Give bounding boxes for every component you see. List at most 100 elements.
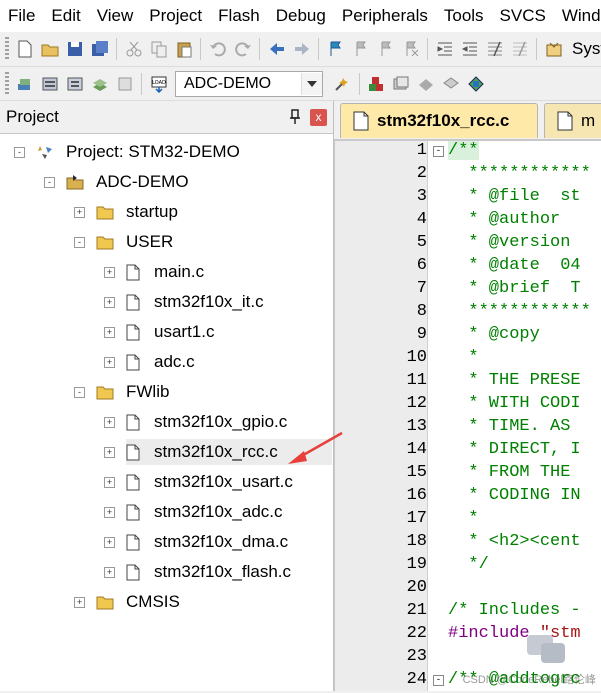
- rebuild-icon[interactable]: [64, 73, 86, 95]
- open-folder-icon[interactable]: [39, 38, 61, 60]
- select-packs-icon[interactable]: [415, 73, 437, 95]
- expand-icon[interactable]: +: [104, 357, 115, 368]
- tree-item-main-c[interactable]: main.c: [126, 259, 204, 285]
- expand-icon[interactable]: +: [104, 477, 115, 488]
- next-bookmark-icon[interactable]: [375, 38, 397, 60]
- save-icon[interactable]: [64, 38, 86, 60]
- tab-stm32f10x-rcc[interactable]: stm32f10x_rcc.c: [340, 103, 538, 138]
- line-number: 21: [406, 601, 427, 620]
- target-icon: [66, 175, 84, 190]
- target-options-icon[interactable]: [331, 73, 353, 95]
- collapse-icon[interactable]: -: [74, 387, 85, 398]
- translate-icon[interactable]: [14, 73, 36, 95]
- code-line: 7 * @brief T: [335, 279, 601, 302]
- toolbar-separator: [536, 38, 537, 60]
- tree-item-user[interactable]: USER: [96, 229, 173, 255]
- expand-icon[interactable]: +: [104, 327, 115, 338]
- build-icon[interactable]: [39, 73, 61, 95]
- event-recorder-icon[interactable]: [465, 73, 487, 95]
- menu-view[interactable]: View: [89, 0, 142, 32]
- expand-icon[interactable]: +: [104, 537, 115, 548]
- copy-icon[interactable]: [148, 38, 170, 60]
- tree-item-stm32f10x-flash-c[interactable]: stm32f10x_flash.c: [126, 559, 291, 585]
- new-file-icon[interactable]: [14, 38, 36, 60]
- tree-item-label: stm32f10x_gpio.c: [154, 412, 288, 431]
- code-text: /** @addtogrc: [448, 670, 581, 689]
- indent-icon[interactable]: [434, 38, 456, 60]
- menu-svcs[interactable]: SVCS: [492, 0, 554, 32]
- target-select[interactable]: ADC-DEMO: [175, 70, 323, 97]
- file-extensions-icon[interactable]: [390, 73, 412, 95]
- code-line: 8 ************: [335, 302, 601, 325]
- line-number: 24: [406, 670, 427, 689]
- line-number: 13: [406, 417, 427, 436]
- uncomment-icon[interactable]: [509, 38, 531, 60]
- project-pane-title: Project: [6, 107, 59, 126]
- toolbar-grip[interactable]: [5, 71, 9, 96]
- toolbar-grip[interactable]: [5, 37, 9, 61]
- expand-icon[interactable]: +: [104, 507, 115, 518]
- collapse-icon[interactable]: -: [44, 177, 55, 188]
- batch-build-icon[interactable]: [89, 73, 111, 95]
- expand-icon[interactable]: +: [104, 567, 115, 578]
- file-icon: [126, 444, 140, 460]
- undo-icon[interactable]: [207, 38, 229, 60]
- stop-build-icon[interactable]: [114, 73, 136, 95]
- manage-components-icon[interactable]: [365, 73, 387, 95]
- collapse-icon[interactable]: -: [74, 237, 85, 248]
- expand-icon[interactable]: +: [74, 597, 85, 608]
- tree-item-stm32f10x-dma-c[interactable]: stm32f10x_dma.c: [126, 529, 288, 555]
- menu-project[interactable]: Project: [141, 0, 210, 32]
- tree-item-fwlib[interactable]: FWlib: [96, 379, 169, 405]
- menu-tools[interactable]: Tools: [436, 0, 492, 32]
- expand-icon[interactable]: +: [104, 447, 115, 458]
- save-all-icon[interactable]: [89, 38, 111, 60]
- paste-icon[interactable]: [173, 38, 195, 60]
- tree-item-startup[interactable]: startup: [96, 199, 178, 225]
- menu-peripherals[interactable]: Peripherals: [334, 0, 436, 32]
- tree-item-stm32f10x-gpio-c[interactable]: stm32f10x_gpio.c: [126, 409, 287, 435]
- nav-back-icon[interactable]: [266, 38, 288, 60]
- expand-icon[interactable]: +: [104, 297, 115, 308]
- close-icon[interactable]: x: [310, 109, 327, 126]
- menu-edit[interactable]: Edit: [43, 0, 88, 32]
- file-icon: [126, 354, 140, 370]
- menu-debug[interactable]: Debug: [268, 0, 334, 32]
- menu-flash[interactable]: Flash: [210, 0, 268, 32]
- pack-installer-icon[interactable]: [440, 73, 462, 95]
- pin-icon[interactable]: [287, 109, 303, 125]
- tree-item-stm32f10x-it-c[interactable]: stm32f10x_it.c: [126, 289, 264, 315]
- tree-item-label: FWlib: [126, 382, 170, 401]
- expand-icon[interactable]: +: [104, 417, 115, 428]
- tab-main[interactable]: m: [544, 103, 601, 138]
- clear-bookmarks-icon[interactable]: [400, 38, 422, 60]
- menu-file[interactable]: File: [0, 0, 43, 32]
- tree-item-usart1-c[interactable]: usart1.c: [126, 319, 214, 345]
- system-viewer-label[interactable]: SystemI: [572, 39, 601, 59]
- expand-icon[interactable]: +: [74, 207, 85, 218]
- tree-item-adc-demo[interactable]: ADC-DEMO: [66, 169, 189, 195]
- tree-item-adc-c[interactable]: adc.c: [126, 349, 195, 375]
- fold-icon[interactable]: -: [433, 146, 444, 157]
- download-icon[interactable]: LOAD: [148, 73, 170, 95]
- chevron-down-icon[interactable]: [301, 72, 322, 95]
- nav-forward-icon[interactable]: [291, 38, 313, 60]
- tree-item-stm32f10x-adc-c[interactable]: stm32f10x_adc.c: [126, 499, 283, 525]
- cut-icon[interactable]: [123, 38, 145, 60]
- line-number: 23: [406, 647, 427, 666]
- bookmark-icon[interactable]: [325, 38, 347, 60]
- collapse-icon[interactable]: -: [14, 147, 25, 158]
- fold-icon[interactable]: -: [433, 675, 444, 686]
- prev-bookmark-icon[interactable]: [350, 38, 372, 60]
- tree-item-label: usart1.c: [154, 322, 215, 341]
- redo-icon[interactable]: [232, 38, 254, 60]
- expand-icon[interactable]: +: [104, 267, 115, 278]
- tree-item-project-stm32-demo[interactable]: Project: STM32-DEMO: [36, 139, 240, 165]
- system-viewer-icon[interactable]: [543, 38, 565, 60]
- tree-item-cmsis[interactable]: CMSIS: [96, 589, 180, 615]
- menu-window[interactable]: Window: [554, 0, 601, 32]
- code-editor[interactable]: CSDN @CodeRebel路伦峰 1-/** 2 ************ 3 …: [334, 141, 601, 691]
- unindent-icon[interactable]: [459, 38, 481, 60]
- tree-item-stm32f10x-usart-c[interactable]: stm32f10x_usart.c: [126, 469, 293, 495]
- comment-icon[interactable]: [484, 38, 506, 60]
